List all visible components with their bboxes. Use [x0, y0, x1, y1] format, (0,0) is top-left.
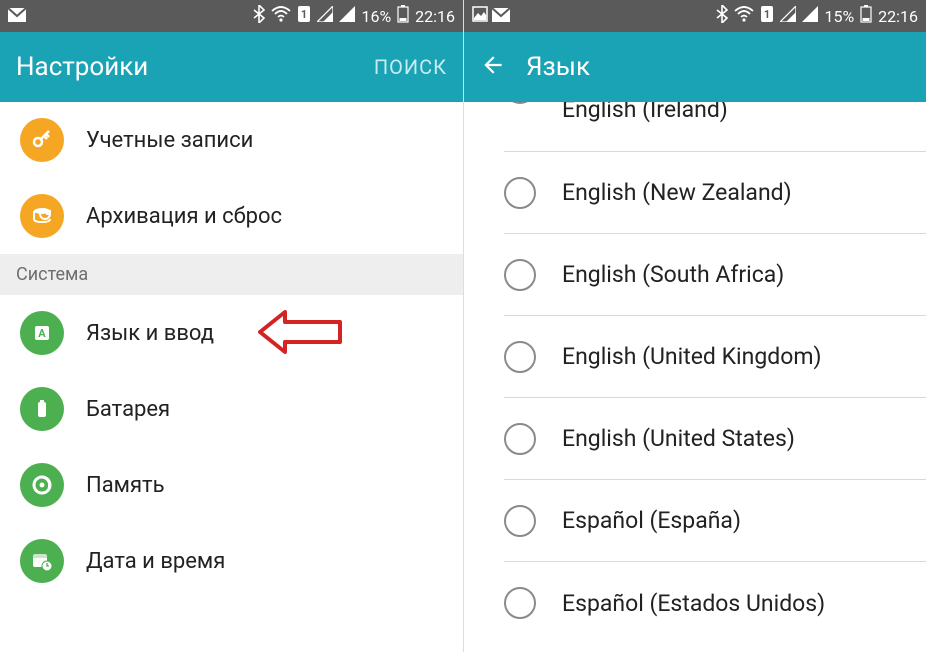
signal-2-icon [802, 6, 818, 26]
row-battery[interactable]: Батарея [0, 371, 463, 447]
row-label: Дата и время [86, 549, 225, 574]
image-icon [472, 6, 488, 26]
battery-percent: 16% [361, 7, 391, 26]
bluetooth-icon [716, 5, 728, 27]
radio-icon[interactable] [504, 177, 536, 209]
app-bar: Настройки ПОИСК [0, 32, 463, 102]
row-accounts[interactable]: Учетные записи [0, 102, 463, 178]
language-option[interactable]: Español (España) [504, 480, 926, 562]
row-label: Архивация и сброс [86, 204, 282, 229]
app-bar: Язык [464, 32, 926, 102]
language-option[interactable]: English (South Africa) [504, 234, 926, 316]
backup-icon [20, 194, 64, 238]
bluetooth-icon [253, 5, 265, 27]
language-label: English (South Africa) [562, 261, 784, 288]
clock: 22:16 [878, 7, 918, 26]
language-label: English (United States) [562, 425, 795, 452]
gmail-icon [8, 7, 26, 26]
svg-text:1: 1 [764, 8, 770, 21]
key-icon [20, 118, 64, 162]
row-date-time[interactable]: Дата и время [0, 523, 463, 599]
status-bar: 1 15% 22:16 [464, 0, 926, 32]
gmail-icon [492, 7, 510, 26]
wifi-icon [271, 6, 291, 26]
radio-icon[interactable] [504, 102, 536, 104]
radio-icon[interactable] [504, 587, 536, 619]
row-label: Батарея [86, 397, 170, 422]
settings-screen: 1 16% 22:16 Настройки ПОИСК Учетные запи… [0, 0, 463, 652]
wifi-icon [734, 6, 754, 26]
sim-icon: 1 [297, 5, 311, 27]
signal-icon [317, 6, 333, 26]
calendar-clock-icon [20, 539, 64, 583]
section-system: Система [0, 254, 463, 295]
row-label: Учетные записи [86, 128, 253, 153]
row-language-input[interactable]: A Язык и ввод [0, 295, 463, 371]
language-label: English (New Zealand) [562, 179, 792, 206]
battery-icon [860, 5, 872, 27]
language-label: English (United Kingdom) [562, 343, 822, 370]
row-label: Язык и ввод [86, 321, 214, 346]
battery-icon [20, 387, 64, 431]
page-title: Язык [526, 52, 910, 82]
radio-icon[interactable] [504, 423, 536, 455]
battery-percent: 15% [824, 7, 854, 26]
language-option[interactable]: English (United Kingdom) [504, 316, 926, 398]
settings-list[interactable]: Учетные записи Архивация и сброс Система… [0, 102, 463, 652]
status-bar: 1 16% 22:16 [0, 0, 463, 32]
language-icon: A [20, 311, 64, 355]
language-list[interactable]: English (Ireland) English (New Zealand) … [464, 102, 926, 652]
search-action[interactable]: ПОИСК [374, 55, 447, 79]
svg-text:A: A [38, 327, 46, 340]
sim-icon: 1 [760, 5, 774, 27]
language-option[interactable]: English (New Zealand) [504, 152, 926, 234]
row-label: Память [86, 473, 165, 498]
language-option[interactable]: English (Ireland) [504, 102, 926, 152]
language-label: Español (Estados Unidos) [562, 590, 825, 617]
language-option[interactable]: English (United States) [504, 398, 926, 480]
svg-text:1: 1 [301, 8, 307, 21]
signal-2-icon [339, 6, 355, 26]
storage-icon [20, 463, 64, 507]
page-title: Настройки [16, 52, 354, 82]
row-storage[interactable]: Память [0, 447, 463, 523]
language-label: Español (España) [562, 507, 741, 534]
language-screen: 1 15% 22:16 Язык English (Ireland) Engli… [463, 0, 926, 652]
row-backup-reset[interactable]: Архивация и сброс [0, 178, 463, 254]
signal-icon [780, 6, 796, 26]
arrow-annotation [255, 307, 345, 361]
clock: 22:16 [415, 7, 455, 26]
battery-icon [397, 5, 409, 27]
radio-icon[interactable] [504, 505, 536, 537]
radio-icon[interactable] [504, 259, 536, 291]
language-option[interactable]: Español (Estados Unidos) [504, 562, 926, 644]
radio-icon[interactable] [504, 341, 536, 373]
back-button[interactable] [480, 52, 506, 82]
language-label: English (Ireland) [562, 102, 728, 123]
